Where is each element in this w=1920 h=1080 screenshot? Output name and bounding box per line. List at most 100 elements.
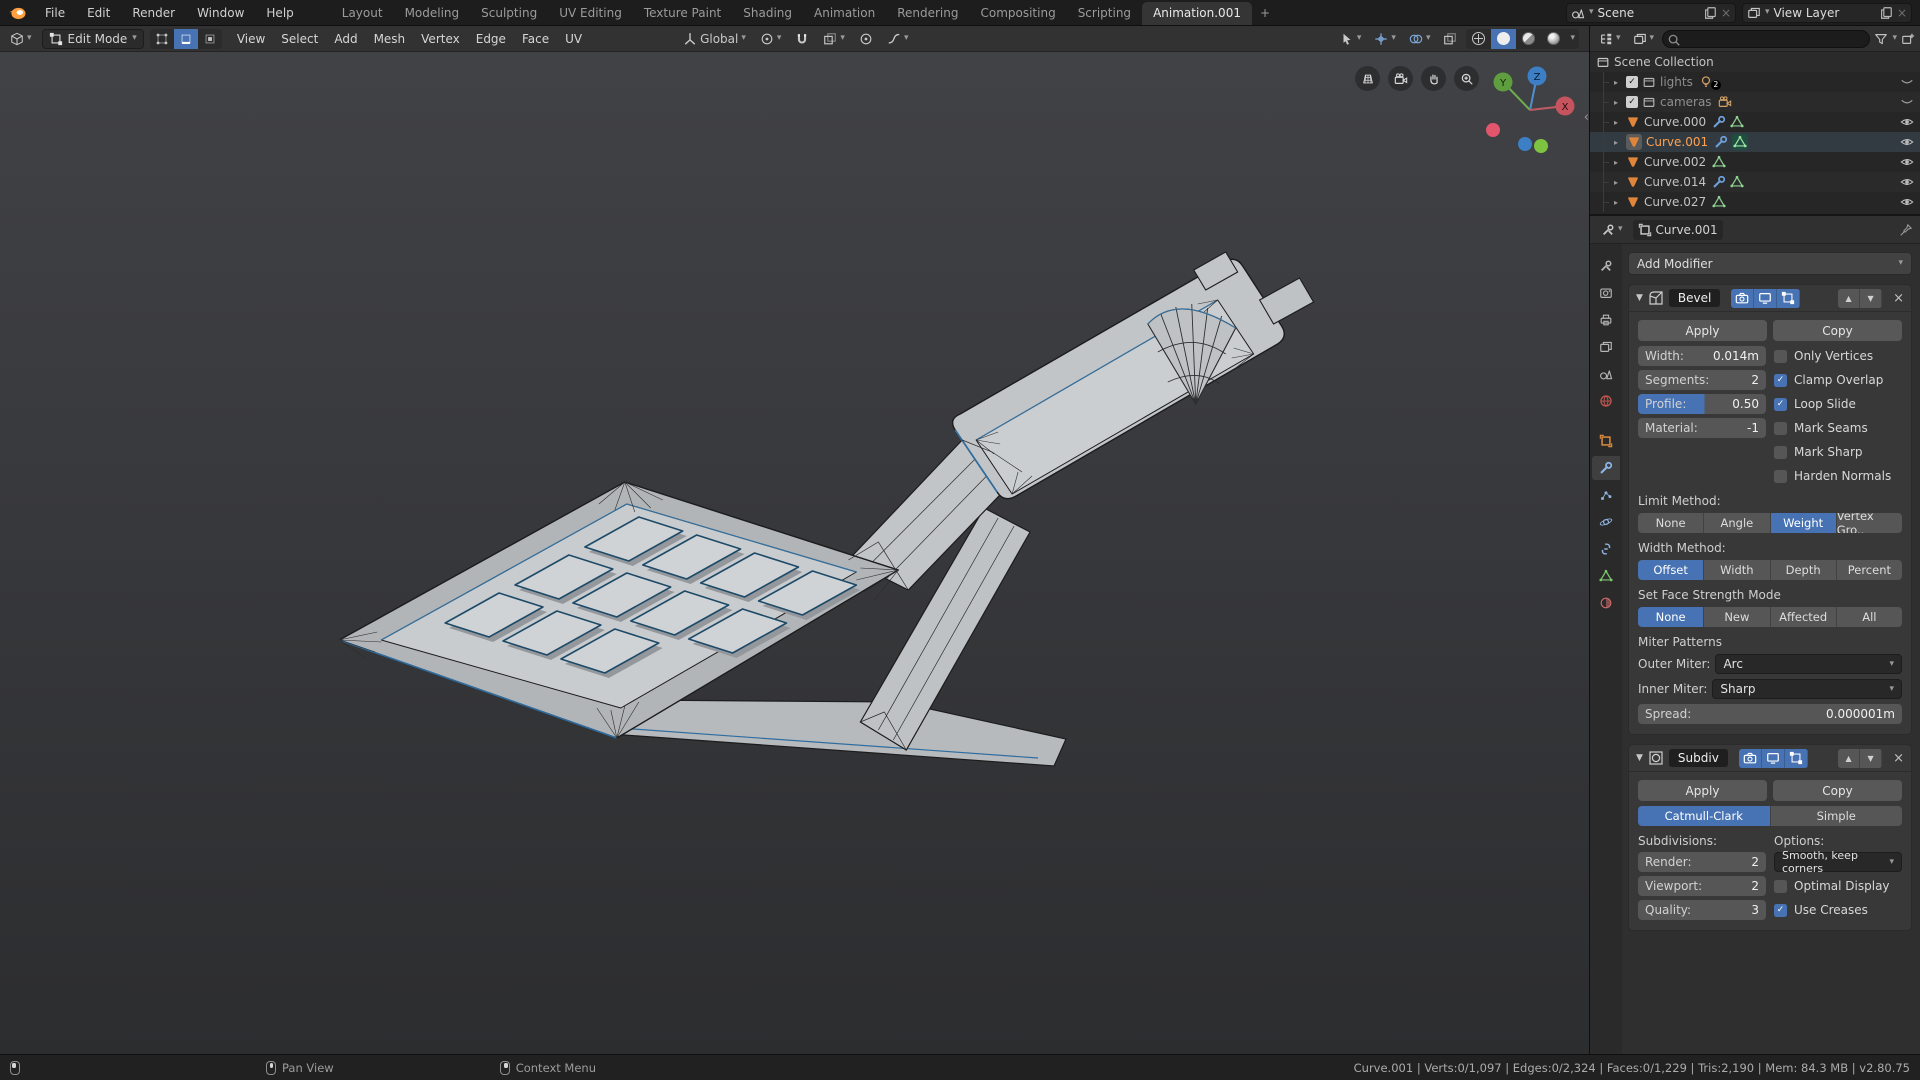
gizmo-minus-z[interactable]: [1518, 137, 1532, 151]
limit-weight[interactable]: Weight: [1770, 513, 1837, 533]
clamp-overlap-checkbox[interactable]: ✓ Clamp Overlap: [1774, 370, 1902, 390]
checkbox[interactable]: [1774, 349, 1787, 363]
gizmos-toggle[interactable]: ▾: [1370, 30, 1400, 48]
optimal-display-checkbox[interactable]: Optimal Display: [1774, 876, 1902, 896]
modifier-name-field[interactable]: Bevel: [1668, 289, 1721, 307]
menu-window[interactable]: Window: [186, 0, 255, 25]
tab-texture-paint[interactable]: Texture Paint: [633, 2, 732, 25]
shading-solid-button[interactable]: [1491, 28, 1517, 49]
outliner-row-curve-027[interactable]: ▸ Curve.027: [1590, 192, 1920, 212]
selectability-dropdown[interactable]: ▾: [1336, 30, 1366, 48]
render-visibility-toggle[interactable]: [1731, 288, 1755, 308]
limit-vertex-group[interactable]: Vertex Gro..: [1836, 513, 1902, 533]
menu-add[interactable]: Add: [327, 29, 364, 49]
render-visibility-toggle[interactable]: [1738, 748, 1762, 768]
disclosure-icon[interactable]: ▸: [1614, 198, 1622, 207]
tab-constraints[interactable]: [1592, 537, 1620, 561]
tab-sculpting[interactable]: Sculpting: [470, 2, 548, 25]
checkbox[interactable]: [1774, 421, 1787, 435]
tab-object-data[interactable]: [1592, 564, 1620, 588]
eye-icon[interactable]: [1900, 195, 1914, 209]
add-workspace-button[interactable]: +: [1252, 2, 1278, 25]
tab-render[interactable]: [1592, 281, 1620, 305]
menu-edit[interactable]: Edit: [76, 0, 121, 25]
menu-face[interactable]: Face: [515, 29, 556, 49]
delete-modifier-button[interactable]: ×: [1893, 751, 1904, 766]
tab-scene[interactable]: [1592, 362, 1620, 386]
modifier-wrench-icon[interactable]: [1712, 115, 1726, 129]
mesh-data-icon[interactable]: [1712, 195, 1726, 209]
simple-option[interactable]: Simple: [1770, 806, 1902, 826]
properties-editor-type-button[interactable]: ▾: [1597, 221, 1627, 239]
tab-modeling[interactable]: Modeling: [394, 2, 471, 25]
filter-icon[interactable]: [1874, 32, 1888, 46]
profile-slider[interactable]: Profile: 0.50: [1638, 394, 1766, 414]
quality-field[interactable]: Quality: 3: [1638, 900, 1766, 920]
viewport-visibility-toggle[interactable]: [1761, 748, 1785, 768]
tab-animation-001[interactable]: Animation.001: [1142, 2, 1252, 25]
tab-layout[interactable]: Layout: [331, 2, 394, 25]
xray-toggle[interactable]: [1439, 30, 1461, 48]
disclosure-icon[interactable]: ▸: [1614, 158, 1622, 167]
loop-slide-checkbox[interactable]: ✓ Loop Slide: [1774, 394, 1902, 414]
material-field[interactable]: Material: -1: [1638, 418, 1766, 438]
tab-object[interactable]: [1592, 429, 1620, 453]
outliner-search-input[interactable]: [1662, 29, 1871, 48]
menu-vertex[interactable]: Vertex: [414, 29, 467, 49]
mesh-data-icon[interactable]: [1730, 115, 1744, 129]
menu-select[interactable]: Select: [274, 29, 325, 49]
gizmo-minus-x[interactable]: [1486, 123, 1500, 137]
edge-select-button[interactable]: [173, 28, 198, 49]
tab-modifiers[interactable]: [1592, 456, 1620, 480]
width-width[interactable]: Width: [1704, 560, 1771, 580]
menu-mesh[interactable]: Mesh: [367, 29, 413, 49]
copy-button[interactable]: Copy: [1773, 780, 1902, 801]
outliner-row-curve-002[interactable]: ▸ Curve.002: [1590, 152, 1920, 172]
new-collection-ic[interactable]: [1901, 32, 1915, 46]
editmode-visibility-toggle[interactable]: [1784, 748, 1808, 768]
move-up-button[interactable]: ▲: [1838, 288, 1861, 308]
tab-output[interactable]: [1592, 308, 1620, 332]
eye-closed-icon[interactable]: [1900, 75, 1914, 89]
tab-rendering[interactable]: Rendering: [886, 2, 969, 25]
expand-icon[interactable]: ▼: [1636, 293, 1643, 303]
menu-uv[interactable]: UV: [558, 29, 589, 49]
width-percent[interactable]: Percent: [1836, 560, 1902, 580]
viewport-mesh[interactable]: [0, 52, 1589, 1054]
outliner-editor-type-button[interactable]: ▾: [1595, 30, 1625, 48]
editor-type-button[interactable]: ▾: [6, 30, 36, 48]
eye-icon[interactable]: [1900, 155, 1914, 169]
viewport-subdivisions-field[interactable]: Viewport: 2: [1638, 876, 1766, 896]
checkbox[interactable]: [1774, 469, 1787, 483]
tab-scripting[interactable]: Scripting: [1067, 2, 1142, 25]
blender-logo-icon[interactable]: [0, 0, 34, 25]
tab-physics[interactable]: [1592, 510, 1620, 534]
delete-modifier-button[interactable]: ×: [1893, 291, 1904, 306]
collection-checkbox[interactable]: ✓: [1626, 96, 1638, 108]
orientation-dropdown[interactable]: Global ▾: [679, 30, 750, 48]
apply-button[interactable]: Apply: [1638, 320, 1767, 341]
fsm-affected[interactable]: Affected: [1770, 607, 1837, 627]
copy-icon[interactable]: [1879, 6, 1893, 20]
outliner-row-lights[interactable]: ▸ ✓ lights 2: [1590, 72, 1920, 92]
gizmo-y-axis[interactable]: Y: [1499, 78, 1507, 89]
harden-normals-checkbox[interactable]: Harden Normals: [1774, 466, 1902, 486]
pivot-dropdown[interactable]: ▾: [756, 30, 786, 48]
eye-closed-icon[interactable]: [1900, 95, 1914, 109]
fsm-new[interactable]: New: [1704, 607, 1771, 627]
viewport-3d[interactable]: Y Z X ‹: [0, 52, 1589, 1054]
camera-view-button[interactable]: [1388, 66, 1413, 91]
checkbox[interactable]: ✓: [1774, 397, 1787, 411]
tab-compositing[interactable]: Compositing: [969, 2, 1066, 25]
segments-field[interactable]: Segments: 2: [1638, 370, 1766, 390]
copy-icon[interactable]: [1703, 6, 1717, 20]
eye-icon[interactable]: [1900, 115, 1914, 129]
shading-wireframe-button[interactable]: [1466, 29, 1491, 49]
gizmo-x-axis[interactable]: X: [1562, 102, 1569, 113]
width-offset[interactable]: Offset: [1638, 560, 1705, 580]
proportional-falloff-dropdown[interactable]: ▾: [883, 30, 913, 48]
pin-icon[interactable]: [1899, 223, 1913, 237]
spread-field[interactable]: Spread: 0.000001m: [1638, 704, 1902, 724]
outliner-row-curve-001[interactable]: ▸ Curve.001: [1590, 132, 1920, 152]
menu-view[interactable]: View: [230, 29, 272, 49]
